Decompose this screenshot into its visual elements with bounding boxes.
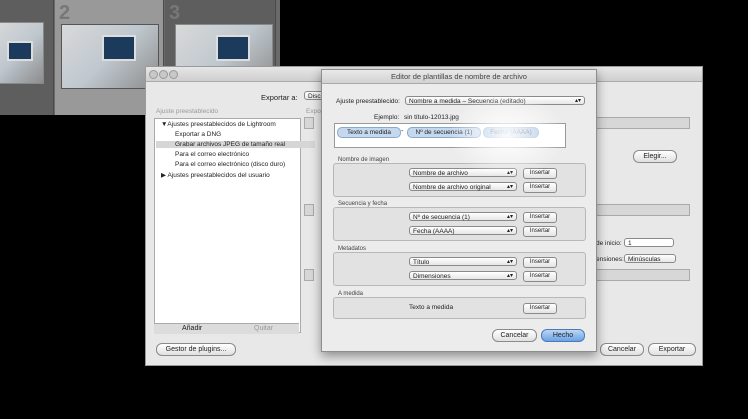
select-arrows-icon: ▴▾ (506, 170, 513, 176)
token-sequence[interactable]: Nº de secuencia (1) (407, 127, 481, 138)
metadata-section: Título ▴▾ Insertar Dimensiones ▴▾ Insertar (333, 252, 586, 286)
cancel-button[interactable]: Cancelar (600, 343, 644, 356)
dialog-cancel-button[interactable]: Cancelar (492, 329, 537, 342)
preset-select[interactable]: Nombre a medida – Secuencia (editado) ▴▾ (405, 96, 585, 105)
example-label: Ejemplo: (374, 114, 400, 121)
token-separator: - (401, 128, 404, 135)
plugin-manager-button[interactable]: Gestor de plugins... (156, 343, 236, 356)
remove-preset-button[interactable]: Quitar (254, 325, 273, 332)
sequence-date-section: Nº de secuencia (1) ▴▾ Insertar Fecha (AA… (333, 207, 586, 241)
presets-tree: ▼Ajustes preestablecidos de Lightroom Ex… (154, 118, 315, 333)
section-header-right (596, 269, 690, 281)
select-arrows-icon: ▴▾ (506, 259, 513, 265)
tree-item-export-dng[interactable]: Exportar a DNG (175, 131, 221, 138)
select-value: Fecha (AAAA) (413, 228, 455, 235)
extensions-label: ensiones: (596, 256, 624, 263)
image-name-section: Nombre de archivo ▴▾ Insertar Nombre de a… (333, 163, 586, 197)
sequence-select[interactable]: Nº de secuencia (1) ▴▾ (409, 212, 517, 221)
select-value: Dimensiones (413, 273, 451, 280)
custom-section: Texto a medida Insertar (333, 297, 586, 319)
presets-header: Ajuste preestablecido (156, 108, 219, 115)
select-value: Nº de secuencia (1) (413, 214, 470, 221)
tree-item-email[interactable]: Para el correo electrónico (175, 151, 249, 158)
token-custom-text[interactable]: Texto a medida (337, 127, 401, 138)
metadata-select-2[interactable]: Dimensiones ▴▾ (409, 271, 517, 280)
image-name-select-2[interactable]: Nombre de archivo original ▴▾ (409, 182, 517, 191)
section-header-right (596, 117, 690, 129)
image-name-select-1[interactable]: Nombre de archivo ▴▾ (409, 168, 517, 177)
insert-button[interactable]: Insertar (523, 226, 557, 237)
start-number-input[interactable]: 1 (624, 238, 674, 247)
zoom-icon[interactable] (169, 70, 178, 79)
add-preset-button[interactable]: Añadir (182, 325, 202, 332)
tree-item-lightroom-presets[interactable]: ▼Ajustes preestablecidos de Lightroom (161, 121, 276, 128)
tree-item-jpeg-full[interactable]: Grabar archivos JPEG de tamaño real (156, 141, 315, 148)
example-value: sin título-12013.jpg (404, 114, 459, 121)
select-arrows-icon: ▴▾ (506, 228, 513, 234)
frame-number: 3 (169, 2, 181, 24)
tree-item-user-presets[interactable]: ▶ Ajustes preestablecidos del usuario (161, 171, 270, 179)
insert-button[interactable]: Insertar (523, 212, 557, 223)
start-number-label: de inicio: (596, 240, 622, 247)
select-value: Título (413, 259, 430, 266)
insert-button[interactable]: Insertar (523, 182, 557, 193)
date-select[interactable]: Fecha (AAAA) ▴▾ (409, 226, 517, 235)
select-arrows-icon: ▴▾ (574, 98, 581, 104)
select-arrows-icon: ▴▾ (506, 184, 513, 190)
section-header[interactable] (304, 204, 314, 216)
preset-label: Ajuste preestablecido: (336, 98, 400, 105)
template-token-field[interactable]: Texto a medida - Nº de secuencia (1) Fec… (334, 123, 566, 148)
export-button[interactable]: Exportar (648, 343, 696, 356)
choose-button[interactable]: Elegir... (633, 150, 677, 163)
section-header[interactable] (304, 117, 314, 129)
insert-button[interactable]: Insertar (523, 168, 557, 179)
film-frame-1[interactable] (0, 0, 54, 115)
section-header-right (596, 204, 690, 216)
custom-text-label: Texto a medida (409, 304, 454, 311)
insert-button[interactable]: Insertar (523, 271, 557, 282)
insert-button[interactable]: Insertar (523, 257, 557, 268)
select-value: Nombre de archivo (413, 170, 468, 177)
frame-number: 2 (59, 2, 71, 24)
extensions-select[interactable]: Minúsculas (624, 254, 676, 263)
section-header[interactable] (304, 269, 314, 281)
select-arrows-icon: ▴▾ (506, 273, 513, 279)
preset-value: Nombre a medida – Secuencia (editado) (409, 98, 526, 105)
export-to-label: Exportar a: (261, 93, 298, 102)
insert-button[interactable]: Insertar (523, 303, 557, 314)
token-date-year[interactable]: Fecha (AAAA) (483, 127, 539, 138)
metadata-select-1[interactable]: Título ▴▾ (409, 257, 517, 266)
select-arrows-icon: ▴▾ (506, 214, 513, 220)
extensions-value: Minúsculas (628, 256, 661, 263)
photo-thumbnail[interactable] (0, 22, 44, 84)
tree-item-email-disk[interactable]: Para el correo electrónico (disco duro) (175, 161, 285, 168)
filename-template-editor: Editor de plantillas de nombre de archiv… (321, 69, 597, 352)
minimize-icon[interactable] (159, 70, 168, 79)
dialog-done-button[interactable]: Hecho (541, 329, 585, 342)
close-icon[interactable] (149, 70, 158, 79)
presets-button-bar: Añadir Quitar (154, 323, 299, 334)
select-value: Nombre de archivo original (413, 184, 491, 191)
dialog-title: Editor de plantillas de nombre de archiv… (322, 70, 596, 84)
